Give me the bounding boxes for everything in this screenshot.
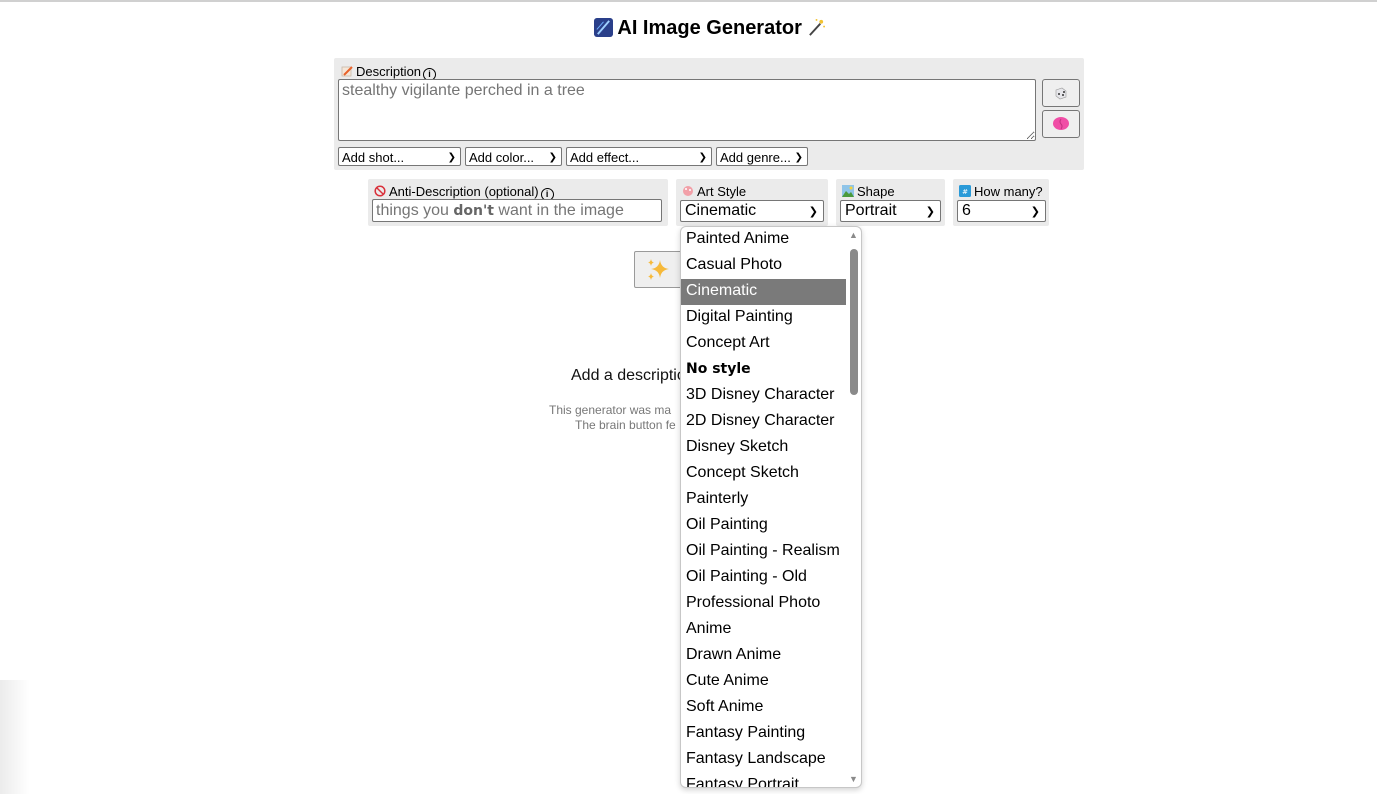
add-shot-select[interactable]: Add shot... ❯ [338,147,461,166]
dice-icon [1055,87,1067,100]
magic-wand-icon [809,18,826,36]
dropdown-scrollbar[interactable]: ▲ ▼ [846,227,861,787]
hint-text: Add a descriptio [571,367,686,384]
art-style-option[interactable]: Painterly [681,487,846,513]
palette-icon [683,186,693,196]
how-many-panel: # How many? 6 ❯ [953,179,1049,226]
chevron-down-icon: ❯ [794,152,803,163]
page-title: AI Image Generator [0,17,1377,40]
art-style-option[interactable]: Painted Anime [681,227,846,253]
art-style-option[interactable]: 2D Disney Character [681,409,846,435]
art-style-option[interactable]: Disney Sketch [681,435,846,461]
chevron-down-icon: ❯ [698,152,707,163]
shape-select[interactable]: Portrait ❯ [840,200,941,222]
art-style-option[interactable]: Professional Photo [681,591,846,617]
shape-label: Shape [842,184,895,199]
description-panel: Descriptioni Add shot...❯ Add color...❯ … [334,58,1084,170]
shooting-star-icon [593,18,613,37]
svg-text:#: # [962,188,968,196]
description-textarea[interactable] [338,79,1036,141]
art-style-option[interactable]: Drawn Anime [681,643,846,669]
art-style-label: Art Style [682,184,746,199]
art-style-option[interactable]: Concept Art [681,331,846,357]
chevron-down-icon: ❯ [1030,206,1040,218]
art-style-option[interactable]: Fantasy Painting [681,721,846,747]
art-style-option[interactable]: Cinematic [681,279,846,305]
art-style-option[interactable]: Fantasy Landscape [681,747,846,773]
chevron-down-icon: ❯ [548,152,557,163]
how-many-select[interactable]: 6 ❯ [957,200,1046,222]
credit-line-1: This generator was ma [549,403,672,417]
art-style-option[interactable]: Soft Anime [681,695,846,721]
art-style-option[interactable]: No style [681,357,846,383]
random-description-button[interactable] [1042,79,1080,107]
art-style-option[interactable]: Oil Painting - Old [681,565,846,591]
memo-icon [341,66,353,77]
scroll-up-arrow-icon[interactable]: ▲ [849,230,858,240]
landscape-picture-icon [842,185,854,197]
art-style-option[interactable]: Cute Anime [681,669,846,695]
how-many-label: # How many? [959,184,1043,199]
anti-description-panel: Anti-Description (optional) i things you … [368,179,668,226]
browser-top-border [0,0,1377,2]
art-style-option[interactable]: 3D Disney Character [681,383,846,409]
scrollbar-thumb[interactable] [850,249,858,395]
art-style-options: Painted Anime Casual Photo Cinematic Digita… [681,227,846,787]
brain-button[interactable] [1042,110,1080,138]
title-text: AI Image Generator [617,17,802,39]
anti-description-input[interactable]: things you don't want in the image [372,199,662,222]
chevron-down-icon: ❯ [447,152,456,163]
art-style-option[interactable]: Digital Painting [681,305,846,331]
chevron-down-icon: ❯ [925,206,935,218]
prohibited-icon [374,185,386,197]
art-style-option[interactable]: Oil Painting - Realism [681,539,846,565]
add-effect-select[interactable]: Add effect... ❯ [566,147,712,166]
art-style-option[interactable]: Concept Sketch [681,461,846,487]
art-style-option[interactable]: Fantasy Portrait [681,773,846,787]
art-style-panel: Art Style Cinematic ❯ [676,179,828,226]
numbers-icon: # [959,185,971,197]
art-style-option[interactable]: Anime [681,617,846,643]
add-genre-select[interactable]: Add genre... ❯ [716,147,808,166]
art-style-option[interactable]: Casual Photo [681,253,846,279]
art-style-select[interactable]: Cinematic ❯ [680,200,824,222]
art-style-option[interactable]: Oil Painting [681,513,846,539]
scroll-down-arrow-icon[interactable]: ▼ [849,774,858,784]
edge-shadow [0,680,30,794]
art-style-dropdown-list[interactable]: Painted Anime Casual Photo Cinematic Digita… [680,226,862,788]
credit-line-2: The brain button fe [575,418,676,432]
sparkles-icon [648,258,669,280]
chevron-down-icon: ❯ [808,206,818,218]
add-color-select[interactable]: Add color... ❯ [465,147,562,166]
shape-panel: Shape Portrait ❯ [836,179,945,226]
brain-icon [1053,117,1069,130]
